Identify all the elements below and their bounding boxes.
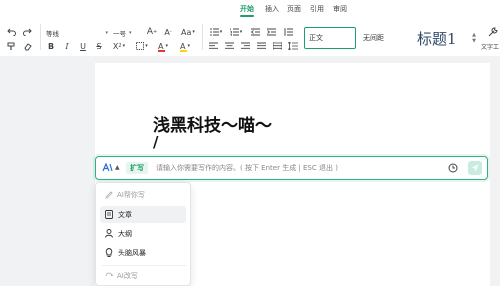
style-no-spacing-label: 无间距 [363,34,384,42]
style-gallery-scroll[interactable]: ▲ ▼ [470,26,478,50]
increase-indent-icon[interactable] [266,26,276,38]
align-right-icon[interactable] [240,40,250,52]
ai-rewrite-section-header: AI改写 [104,271,138,281]
italic-button[interactable]: I [62,40,72,52]
ai-menu-item-outline[interactable]: 大纲 [100,225,186,242]
font-family-select[interactable]: 等线 ▾ [46,27,108,38]
format-painter-icon[interactable] [6,40,16,52]
format-toolbar: 等线 ▾ 一号 ▾ A + A- Aa ▾ B I U S X 2 ▾ ▾ A ▾ A … [0,20,500,56]
ai-menu-item-label: 头脑风暴 [118,248,146,257]
distributed-align-icon[interactable] [272,40,282,52]
outline-icon [104,229,113,238]
chevron-up-icon[interactable]: ▲ [115,164,120,171]
font-size-select[interactable]: 一号 ▾ [113,27,141,38]
text-direction-icon[interactable] [282,26,294,38]
highlight-swatch [180,49,187,52]
bold-button[interactable]: B [46,40,56,52]
undo-icon[interactable] [6,26,16,38]
font-color-swatch [158,49,165,52]
bullet-list-icon[interactable]: ▾ [208,26,224,38]
change-case-button[interactable]: Aa ▾ [179,26,197,38]
ai-menu-item-article[interactable]: 文章 [100,206,186,223]
ai-menu-item-label: 文章 [118,210,132,219]
chevron-down-icon: ▾ [129,29,132,36]
toolbar-separator [40,24,41,50]
tab-page[interactable]: 页面 [287,4,301,14]
ai-menu-item-label: 大纲 [118,229,132,238]
active-tab-underline [240,15,254,17]
font-family-value: 等线 [46,29,59,38]
ai-input-bar[interactable]: ▲ 扩写 请输入你需要写作的内容。( 按下 Enter 生成 | ESC 退出 … [95,156,488,180]
border-button[interactable]: ▾ [134,40,150,52]
text-tools-button[interactable]: 文字工 [481,40,500,52]
line-spacing-icon[interactable] [287,40,299,52]
eraser-icon[interactable] [22,40,32,52]
ai-dropdown-menu: AI帮你写 文章 大纲 头脑风暴 AI改写 [95,182,191,286]
highlight-button[interactable]: A ▾ [177,40,193,52]
ai-write-section-header: AI帮你写 [104,190,145,200]
font-color-button[interactable]: A ▾ [155,40,171,52]
numbered-list-icon[interactable]: ▾ [228,26,244,38]
ai-logo-icon[interactable] [102,162,113,174]
underline-button[interactable]: U [78,40,88,52]
decrease-indent-icon[interactable] [250,26,260,38]
style-normal-label: 正文 [309,34,323,42]
align-center-icon[interactable] [224,40,234,52]
tab-reference[interactable]: 引用 [310,4,324,14]
justify-icon[interactable] [256,40,266,52]
grow-font-button[interactable]: A + [147,26,157,38]
menu-divider [102,265,186,266]
document-icon [104,210,113,219]
shrink-font-button[interactable]: A- [163,26,173,38]
style-heading-1[interactable]: 标题1 [412,27,468,49]
tab-start[interactable]: 开始 [240,4,254,14]
wrench-icon[interactable] [486,26,500,38]
clock-icon[interactable] [447,162,459,174]
ai-mode-tag[interactable]: 扩写 [126,162,148,174]
send-icon[interactable] [468,161,482,175]
document-cursor-line[interactable]: / [153,133,158,151]
style-no-spacing[interactable]: 无间距 [358,27,410,49]
style-normal[interactable]: 正文 [304,27,356,49]
style-heading-1-label: 标题1 [417,29,457,48]
ai-rewrite-section-label: AI改写 [117,272,138,280]
change-case-label: Aa [181,27,192,37]
tab-insert[interactable]: 插入 [265,4,279,14]
ai-pen-icon [104,191,113,200]
ai-write-section-label: AI帮你写 [117,191,145,199]
ai-rewrite-icon [104,272,113,281]
menu-tab-bar: 开始 插入 页面 引用 审阅 [0,0,500,20]
font-size-value: 一号 [113,29,126,38]
tab-review[interactable]: 审阅 [333,4,347,14]
superscript-button[interactable]: X 2 ▾ [110,40,128,52]
strikethrough-button[interactable]: S [94,40,104,52]
chevron-down-icon: ▾ [105,29,108,36]
toolbar-separator [202,24,203,50]
redo-icon[interactable] [22,26,32,38]
document-title-text[interactable]: 浅黑科技～喵～ [153,111,272,136]
ai-prompt-input[interactable]: 请输入你需要写作的内容。( 按下 Enter 生成 | ESC 退出 ) [156,163,338,173]
lightbulb-icon [104,248,113,257]
ai-menu-item-brainstorm[interactable]: 头脑风暴 [100,244,186,261]
chevron-down-icon: ▼ [472,38,476,44]
align-left-icon[interactable] [208,40,218,52]
